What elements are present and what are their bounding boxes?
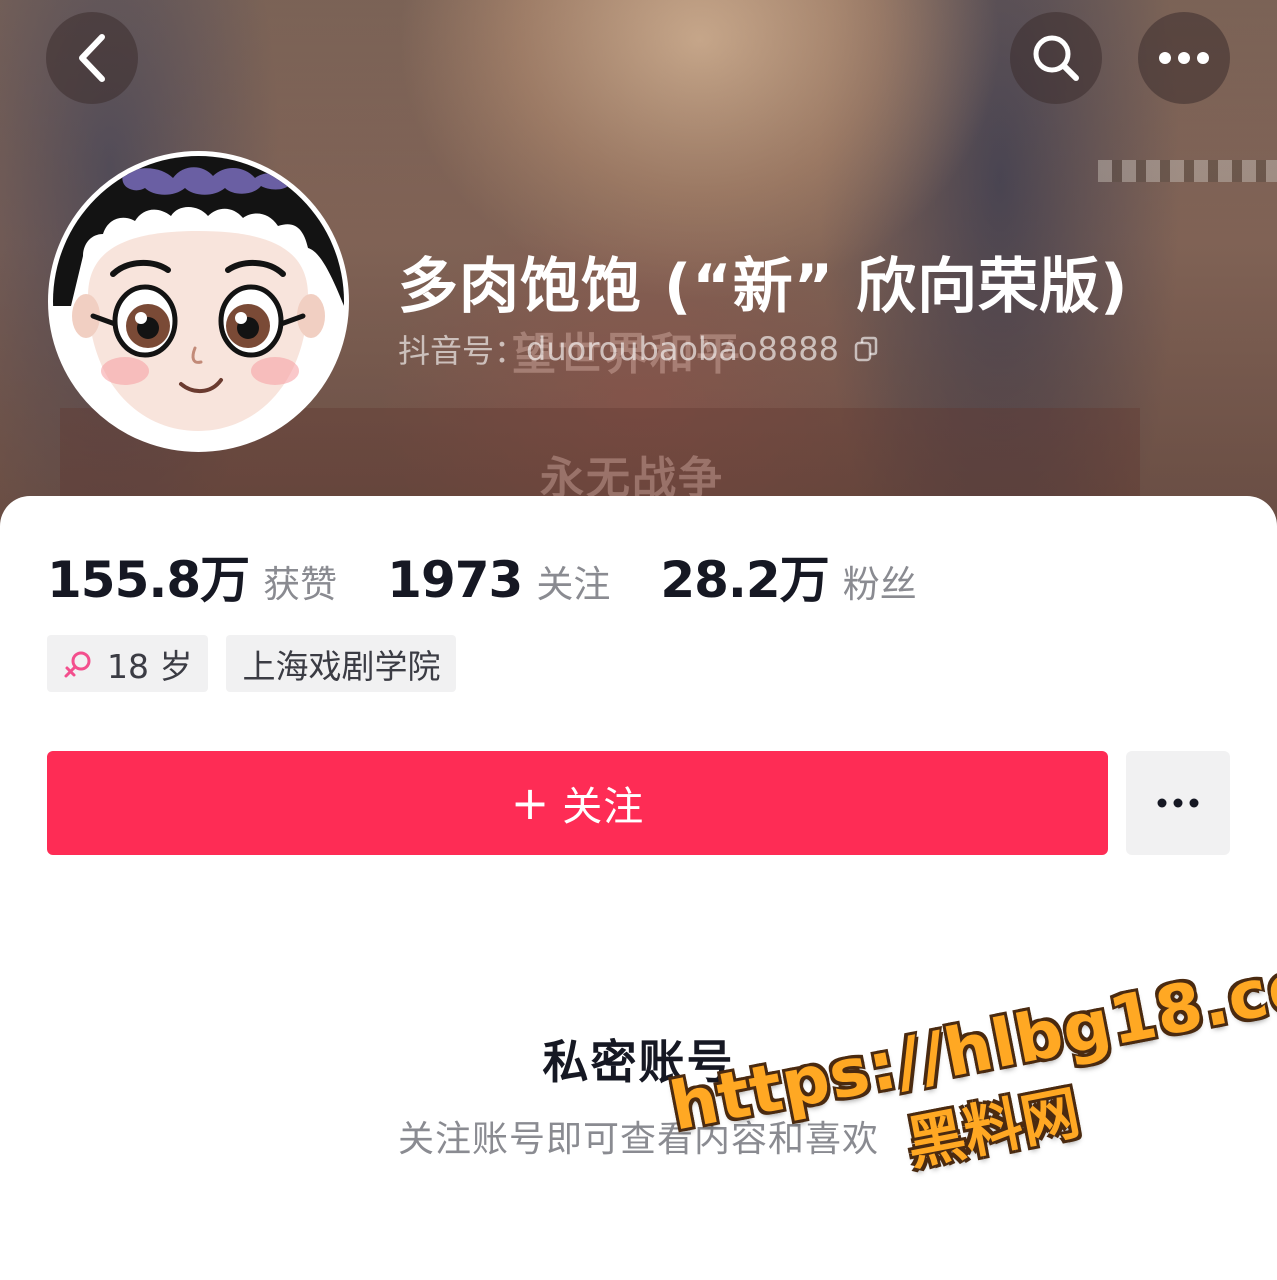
age-tag: 18 岁 bbox=[47, 635, 209, 692]
profile-card: 155.8万 获赞 1973 关注 28.2万 粉丝 18 岁 上海戏剧学院 +… bbox=[0, 496, 1277, 1280]
stat-likes[interactable]: 155.8万 获赞 bbox=[47, 540, 337, 612]
stats-row: 155.8万 获赞 1973 关注 28.2万 粉丝 bbox=[47, 540, 967, 612]
chevron-left-icon bbox=[79, 34, 105, 82]
follow-button[interactable]: + 关注 bbox=[47, 751, 1108, 855]
douyin-id-value: duoroubaobao8888 bbox=[526, 330, 839, 368]
followers-label: 粉丝 bbox=[842, 563, 917, 606]
likes-count: 155.8万 bbox=[47, 551, 250, 609]
nickname: 多肉饱饱 (“新” 欣向荣版) bbox=[398, 252, 1129, 322]
following-count: 1973 bbox=[387, 551, 523, 609]
back-button[interactable] bbox=[46, 12, 138, 104]
search-icon bbox=[1033, 35, 1079, 81]
profile-tags: 18 岁 上海戏剧学院 bbox=[47, 635, 474, 692]
followers-count: 28.2万 bbox=[660, 551, 829, 609]
ellipsis-icon bbox=[1157, 798, 1199, 808]
follow-label: 关注 bbox=[562, 784, 645, 830]
female-icon bbox=[63, 649, 93, 679]
stat-followers[interactable]: 28.2万 粉丝 bbox=[660, 540, 916, 612]
plus-icon: + bbox=[510, 776, 551, 830]
more-actions-button[interactable] bbox=[1126, 751, 1230, 855]
cover-decoration bbox=[1098, 160, 1277, 182]
school-tag[interactable]: 上海戏剧学院 bbox=[226, 635, 457, 692]
likes-label: 获赞 bbox=[263, 563, 338, 606]
douyin-id[interactable]: 抖音号： duoroubaobao8888 bbox=[398, 326, 879, 372]
cartoon-avatar bbox=[53, 156, 344, 447]
douyin-id-label: 抖音号： bbox=[398, 332, 527, 370]
school-label: 上海戏剧学院 bbox=[242, 646, 441, 686]
following-label: 关注 bbox=[536, 563, 611, 606]
copy-icon[interactable] bbox=[853, 335, 879, 363]
stat-following[interactable]: 1973 关注 bbox=[387, 551, 610, 609]
avatar[interactable] bbox=[48, 151, 349, 452]
age-label: 18 岁 bbox=[107, 646, 193, 686]
ellipsis-icon bbox=[1159, 52, 1209, 64]
more-options-button[interactable] bbox=[1138, 12, 1230, 104]
search-button[interactable] bbox=[1010, 12, 1102, 104]
